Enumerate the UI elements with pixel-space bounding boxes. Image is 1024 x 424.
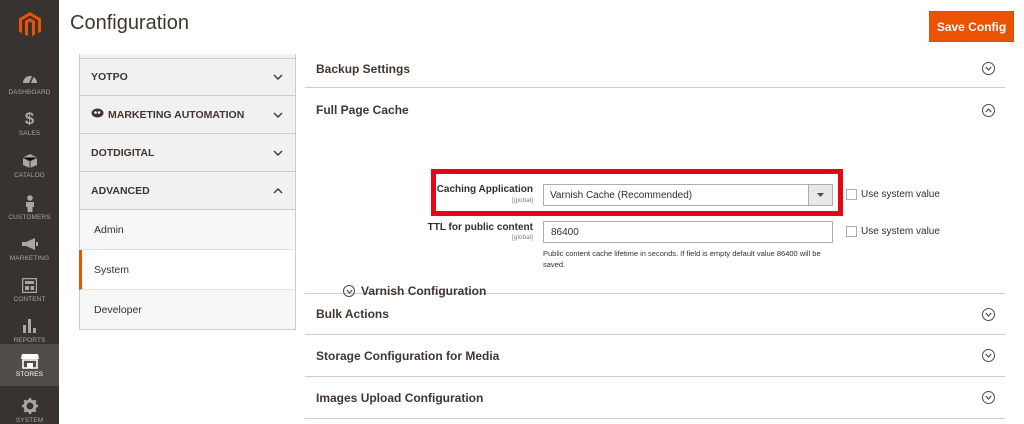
menu-item-catalog[interactable]: CATALOG	[0, 145, 59, 186]
tab-group-label: ADVANCED	[91, 184, 150, 197]
section-title: Full Page Cache	[316, 103, 409, 117]
menu-label: CONTENT	[13, 295, 46, 303]
box-icon	[22, 153, 38, 170]
dollar-icon: $	[24, 109, 35, 128]
expand-circle-icon	[982, 349, 995, 362]
bar-chart-icon	[22, 318, 37, 335]
tab-developer[interactable]: Developer	[79, 290, 296, 330]
menu-label: SYSTEM	[15, 416, 44, 424]
page-title: Configuration	[70, 12, 189, 34]
menu-item-stores[interactable]: STORES	[0, 344, 59, 386]
checkbox[interactable]	[846, 226, 857, 237]
subgroup-title: Varnish Configuration	[361, 284, 487, 298]
tab-group-label: MARKETING AUTOMATION	[108, 108, 245, 121]
expand-circle-icon	[343, 285, 355, 297]
ttl-input[interactable]	[543, 221, 833, 243]
menu-item-customers[interactable]: CUSTOMERS	[0, 187, 59, 228]
highlight-box	[431, 169, 843, 216]
tab-group-title: MARKETING AUTOMATION	[91, 108, 244, 121]
section-images-upload-configuration[interactable]: Images Upload Configuration	[305, 377, 1005, 419]
menu-item-content[interactable]: CONTENT	[0, 269, 59, 310]
tab-system[interactable]: System	[79, 250, 296, 290]
varnish-configuration-toggle[interactable]: Varnish Configuration	[343, 284, 486, 298]
menu-item-marketing[interactable]: MARKETING	[0, 228, 59, 269]
tab-group-label: YOTPO	[91, 71, 128, 83]
layout-icon	[22, 277, 37, 294]
full-page-cache-header[interactable]: Full Page Cache	[305, 88, 1005, 132]
tab-group-dotdigital[interactable]: DOTDIGITAL	[79, 134, 296, 172]
save-config-button[interactable]: Save Config	[929, 11, 1014, 42]
ttl-label: TTL for public content	[427, 222, 533, 233]
config-main: Backup Settings Full Page Cache Caching …	[305, 50, 1005, 419]
collapse-circle-icon	[982, 103, 995, 117]
caching-use-system-value[interactable]: Use system value	[846, 189, 940, 200]
person-icon	[24, 194, 36, 212]
section-title: Images Upload Configuration	[316, 390, 484, 405]
section-title: Backup Settings	[316, 61, 411, 76]
dotmailer-icon	[91, 108, 104, 121]
section-title: Bulk Actions	[316, 307, 389, 321]
ttl-note: Public content cache lifetime in seconds…	[543, 249, 821, 269]
config-tabs: YOTPO MARKETING AUTOMATION DOTDIGITAL AD…	[79, 54, 296, 338]
magento-logo[interactable]	[0, 0, 59, 50]
magento-logo-icon	[18, 12, 41, 37]
menu-label: CATALOG	[14, 171, 45, 179]
expand-circle-icon	[982, 391, 995, 404]
section-backup-settings[interactable]: Backup Settings	[305, 50, 1005, 88]
checkbox[interactable]	[846, 189, 857, 200]
dashboard-icon	[22, 70, 38, 87]
chevron-down-icon	[273, 109, 283, 121]
section-bulk-actions[interactable]: Bulk Actions	[305, 294, 1005, 335]
chevron-up-icon	[273, 185, 283, 197]
expand-circle-icon	[982, 62, 995, 75]
tab-group-label: DOTDIGITAL	[91, 146, 155, 159]
menu-label: MARKETING	[9, 254, 50, 262]
ttl-use-system-value[interactable]: Use system value	[846, 226, 940, 237]
megaphone-icon	[21, 236, 39, 253]
menu-label: REPORTS	[13, 336, 46, 344]
ttl-scope: [global]	[512, 234, 533, 241]
menu-label: CUSTOMERS	[8, 213, 51, 221]
menu-item-dashboard[interactable]: DASHBOARD	[0, 62, 59, 103]
section-title: Storage Configuration for Media	[316, 348, 500, 363]
tab-group-marketing-automation[interactable]: MARKETING AUTOMATION	[79, 96, 296, 134]
expand-circle-icon	[982, 307, 995, 321]
tab-group-advanced[interactable]: ADVANCED	[79, 172, 296, 210]
store-icon	[20, 352, 39, 369]
menu-label: DASHBOARD	[8, 88, 51, 96]
section-storage-configuration-media[interactable]: Storage Configuration for Media	[305, 335, 1005, 377]
menu-item-system[interactable]: SYSTEM	[0, 390, 59, 424]
section-full-page-cache: Full Page Cache Caching Application [glo…	[305, 88, 1005, 298]
chevron-down-icon	[273, 71, 283, 83]
menu-item-sales[interactable]: $ SALES	[0, 103, 59, 144]
checkbox-label: Use system value	[861, 226, 940, 237]
checkbox-label: Use system value	[861, 189, 940, 200]
tab-admin[interactable]: Admin	[79, 210, 296, 250]
chevron-down-icon	[273, 147, 283, 159]
admin-menu: DASHBOARD $ SALES CATALOG CUSTOMERS MARK…	[0, 0, 59, 424]
tab-group-yotpo[interactable]: YOTPO	[79, 58, 296, 96]
menu-label: SALES	[18, 129, 41, 137]
menu-label: STORES	[15, 371, 44, 378]
gear-icon	[21, 398, 38, 415]
